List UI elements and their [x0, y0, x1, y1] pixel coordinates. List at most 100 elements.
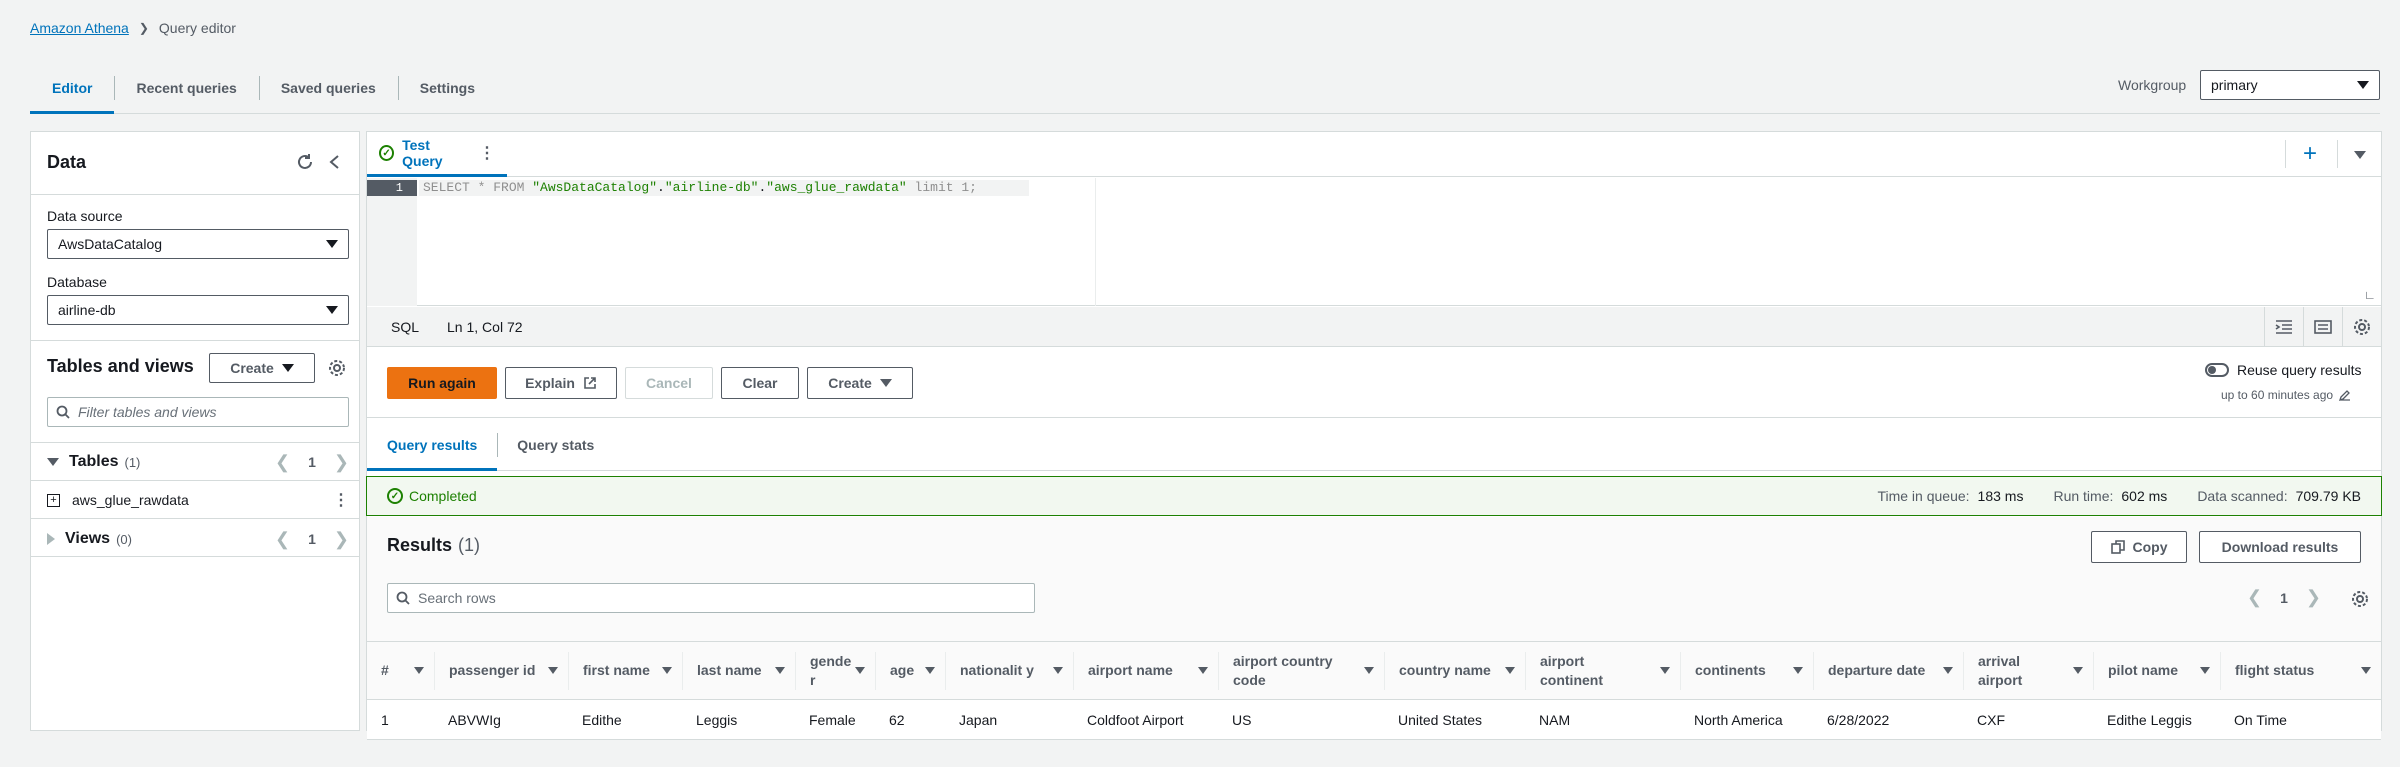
editor-language: SQL — [391, 318, 420, 335]
copy-button[interactable]: Copy — [2091, 531, 2187, 563]
column-header[interactable]: arrival airport — [1963, 641, 2093, 700]
explain-button[interactable]: Explain — [505, 367, 617, 399]
column-header[interactable]: age — [875, 641, 945, 700]
results-page: 1 — [2280, 589, 2288, 606]
workgroup-select[interactable]: primary — [2200, 70, 2380, 100]
column-header[interactable]: passenger id — [434, 641, 568, 700]
table-cell: NAM — [1525, 699, 1680, 740]
copy-label: Copy — [2132, 539, 2168, 555]
column-header[interactable]: nationalit y — [945, 641, 1073, 700]
gear-icon[interactable] — [327, 358, 347, 378]
search-rows-input[interactable]: Search rows — [387, 583, 1035, 613]
sort-caret-icon[interactable] — [775, 667, 785, 674]
column-header[interactable]: airport continent — [1525, 641, 1680, 700]
run-again-button[interactable]: Run again — [387, 367, 497, 399]
edit-icon[interactable] — [2339, 389, 2351, 401]
query-panel: ✓ Test Query ⋮ + 1 SELECT * FROM "AwsDat… — [366, 131, 2382, 740]
tables-pager: ❮ 1 ❯ — [275, 452, 349, 473]
column-header[interactable]: # — [367, 641, 434, 700]
expand-plus-icon[interactable]: + — [47, 493, 60, 507]
chevron-left-icon[interactable]: ❮ — [275, 452, 290, 473]
workgroup-label: Workgroup — [2118, 77, 2187, 93]
chevron-right-icon[interactable]: ❯ — [334, 529, 349, 550]
sort-caret-icon[interactable] — [2200, 667, 2210, 674]
column-header[interactable]: continents — [1680, 641, 1813, 700]
table-item[interactable]: + aws_glue_rawdata ⋮ — [47, 485, 349, 515]
sort-caret-icon[interactable] — [1198, 667, 1208, 674]
resize-handle-icon[interactable]: ∟ — [2364, 288, 2376, 302]
column-header[interactable]: airport name — [1073, 641, 1218, 700]
sort-caret-icon[interactable] — [1793, 667, 1803, 674]
create-table-button[interactable]: Create — [209, 353, 315, 383]
shortcuts-icon[interactable] — [2303, 306, 2342, 347]
caret-down-icon[interactable] — [2354, 151, 2366, 159]
add-query-tab-icon[interactable]: + — [2303, 140, 2317, 168]
download-results-button[interactable]: Download results — [2199, 531, 2361, 563]
gear-icon[interactable] — [2342, 306, 2381, 347]
gear-icon[interactable] — [2350, 589, 2370, 609]
sort-caret-icon[interactable] — [414, 667, 424, 674]
sort-caret-icon[interactable] — [548, 667, 558, 674]
table-cell: On Time — [2220, 699, 2381, 740]
column-header[interactable]: departure date — [1813, 641, 1963, 700]
explain-label: Explain — [525, 375, 575, 391]
tab-query-stats[interactable]: Query stats — [497, 419, 614, 470]
filter-tables-input[interactable]: Filter tables and views — [47, 397, 349, 427]
sort-caret-icon[interactable] — [662, 667, 672, 674]
sort-caret-icon[interactable] — [1053, 667, 1063, 674]
more-vertical-icon[interactable]: ⋮ — [333, 490, 349, 510]
sql-code[interactable]: SELECT * FROM "AwsDataCatalog"."airline-… — [423, 180, 977, 196]
sort-caret-icon[interactable] — [1364, 667, 1374, 674]
column-header[interactable]: airport country code — [1218, 641, 1384, 700]
refresh-icon[interactable] — [293, 150, 317, 174]
time-in-queue: Time in queue: 183 ms — [1877, 488, 2024, 504]
sort-caret-icon[interactable] — [1943, 667, 1953, 674]
data-scanned: Data scanned: 709.79 KB — [2197, 488, 2361, 504]
column-header[interactable]: flight status — [2220, 641, 2381, 700]
tables-section-header[interactable]: Tables (1) ❮ 1 ❯ — [47, 447, 349, 477]
column-header-label: airport continent — [1540, 652, 1603, 688]
views-section-header[interactable]: Views (0) ❮ 1 ❯ — [47, 524, 349, 554]
column-header-label: flight status — [2235, 662, 2315, 678]
tab-saved-queries[interactable]: Saved queries — [258, 62, 398, 113]
sort-caret-icon[interactable] — [2361, 667, 2371, 674]
tab-editor[interactable]: Editor — [30, 62, 115, 114]
collapse-panel-icon[interactable] — [323, 150, 347, 174]
sort-caret-icon[interactable] — [925, 667, 935, 674]
breadcrumb-root-link[interactable]: Amazon Athena — [30, 20, 129, 36]
results-header-row: # passenger id first name last name gende r a… — [367, 641, 2381, 700]
create-button[interactable]: Create — [807, 367, 913, 399]
sql-editor[interactable]: 1 SELECT * FROM "AwsDataCatalog"."airlin… — [367, 178, 2381, 306]
sort-caret-icon[interactable] — [2073, 667, 2083, 674]
views-label: Views — [65, 530, 111, 547]
cancel-button[interactable]: Cancel — [625, 367, 713, 399]
column-header[interactable]: pilot name — [2093, 641, 2220, 700]
tab-query-results[interactable]: Query results — [367, 419, 498, 471]
sort-caret-icon[interactable] — [1660, 667, 1670, 674]
column-header[interactable]: last name — [682, 641, 795, 700]
chevron-right-icon[interactable]: ❯ — [334, 452, 349, 473]
more-vertical-icon[interactable]: ⋮ — [479, 143, 495, 163]
search-icon — [396, 591, 410, 605]
tab-settings[interactable]: Settings — [397, 62, 497, 113]
create-label: Create — [230, 360, 274, 376]
tab-recent-queries[interactable]: Recent queries — [114, 62, 258, 113]
column-header[interactable]: country name — [1384, 641, 1525, 700]
sort-caret-icon[interactable] — [855, 667, 865, 674]
top-tabs: Editor Recent queries Saved queries Sett… — [30, 62, 2380, 114]
clear-button[interactable]: Clear — [721, 367, 799, 399]
column-header[interactable]: first name — [568, 641, 682, 700]
query-tab[interactable]: ✓ Test Query ⋮ — [367, 132, 507, 177]
toggle-switch[interactable] — [2205, 363, 2229, 377]
chevron-right-icon[interactable]: ❯ — [2306, 587, 2321, 608]
format-query-icon[interactable] — [2264, 306, 2303, 347]
copy-icon — [2110, 540, 2125, 554]
column-header[interactable]: gende r — [795, 641, 875, 700]
caret-down-icon — [47, 458, 59, 466]
chevron-left-icon[interactable]: ❮ — [275, 529, 290, 550]
data-source-select[interactable]: AwsDataCatalog — [47, 229, 349, 259]
database-select[interactable]: airline-db — [47, 295, 349, 325]
reuse-results-toggle[interactable]: Reuse query results — [2205, 362, 2362, 378]
chevron-left-icon[interactable]: ❮ — [2247, 587, 2262, 608]
sort-caret-icon[interactable] — [1505, 667, 1515, 674]
